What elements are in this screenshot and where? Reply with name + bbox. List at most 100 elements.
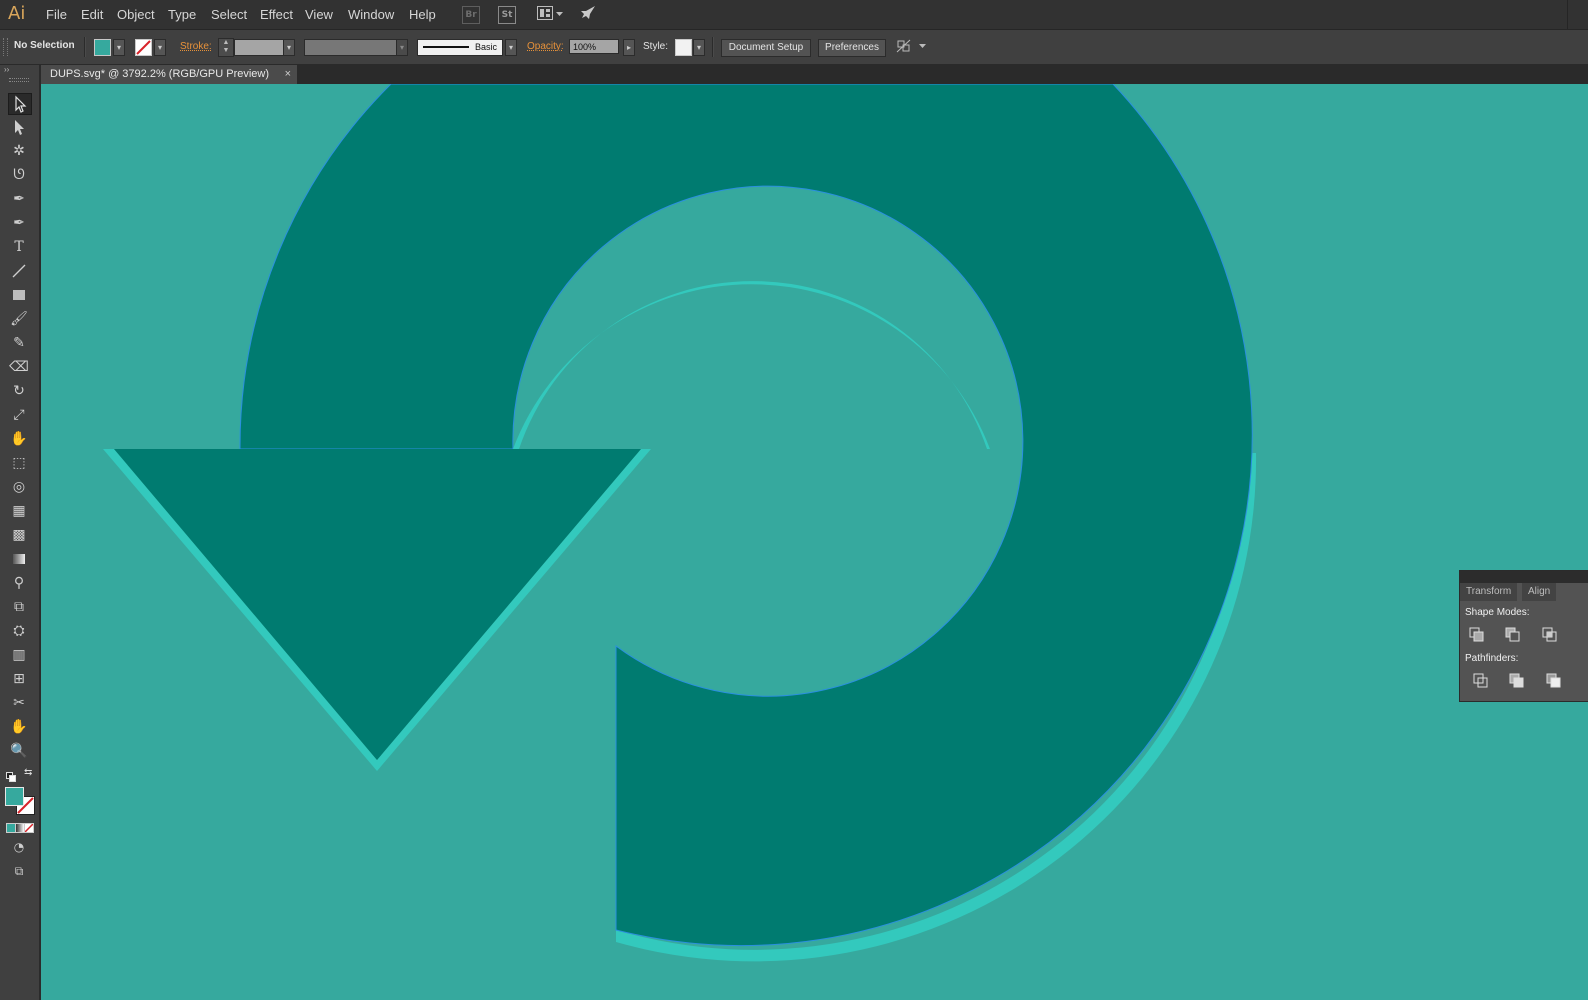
lasso-tool-icon[interactable]: ᘎ — [8, 165, 30, 185]
menu-window[interactable]: Window — [348, 7, 394, 22]
menu-effect[interactable]: Effect — [260, 7, 293, 22]
arrange-documents-icon[interactable] — [896, 38, 930, 56]
zoom-tool-icon[interactable]: 🔍 — [8, 741, 30, 761]
intersect-icon[interactable] — [1542, 627, 1558, 643]
document-tab-bar: DUPS.svg* @ 3792.2% (RGB/GPU Preview) × — [41, 65, 1588, 84]
menu-edit[interactable]: Edit — [81, 7, 103, 22]
variable-width-profile[interactable] — [304, 39, 398, 56]
slice-tool-icon[interactable]: ✂ — [8, 693, 30, 713]
unite-icon[interactable] — [1469, 627, 1485, 643]
stroke-line-preview — [423, 46, 469, 48]
trim-icon[interactable] — [1509, 673, 1525, 689]
opacity-field[interactable]: 100% — [569, 39, 619, 54]
eyedropper-tool-icon[interactable]: ⚲ — [8, 573, 30, 593]
stroke-weight-dropdown[interactable]: ▾ — [283, 39, 295, 56]
fill-color-box[interactable] — [5, 787, 24, 806]
document-tab[interactable]: DUPS.svg* @ 3792.2% (RGB/GPU Preview) × — [41, 65, 297, 84]
brush-definition[interactable]: Basic — [417, 39, 503, 56]
document-tab-title: DUPS.svg* @ 3792.2% (RGB/GPU Preview) — [50, 68, 270, 80]
curvature-tool-icon[interactable]: ✒ — [8, 213, 30, 233]
type-tool-icon[interactable]: T — [8, 237, 30, 257]
minus-front-icon[interactable] — [1505, 627, 1521, 643]
separator — [712, 37, 714, 57]
control-bar-grip[interactable] — [3, 38, 8, 56]
workspace-switcher-icon[interactable] — [537, 6, 565, 22]
preferences-button[interactable]: Preferences — [818, 39, 886, 57]
tools-panel: ›› ✲ ᘎ ✒ ✒ T 🖌 ✎ ⌫ ↻ ⤢ ✋ ⬚ ◎ ▦ ▩ ⚲ ⧉ ⛭ ▥… — [0, 65, 41, 1000]
paintbrush-tool-icon[interactable]: 🖌 — [8, 309, 30, 329]
pencil-tool-icon[interactable]: ✎ — [8, 333, 30, 353]
column-graph-tool-icon[interactable]: ▥ — [8, 645, 30, 665]
style-label: Style: — [643, 41, 669, 52]
menu-select[interactable]: Select — [211, 7, 247, 22]
stroke-weight-stepper[interactable]: ▲ ▼ — [218, 38, 234, 57]
magic-wand-tool-icon[interactable]: ✲ — [8, 141, 30, 161]
gpu-performance-icon[interactable] — [579, 5, 597, 23]
screen-mode-icon[interactable]: ⧉ — [8, 861, 30, 881]
menu-file[interactable]: File — [46, 7, 67, 22]
tab-transform[interactable]: Transform — [1460, 583, 1518, 601]
stroke-none-swatch[interactable] — [135, 39, 152, 56]
variable-width-dropdown[interactable]: ▾ — [396, 39, 408, 56]
inner-ring-highlight — [513, 281, 990, 449]
stock-icon[interactable]: St — [498, 6, 516, 24]
graphic-style-swatch[interactable] — [675, 39, 692, 56]
divide-icon[interactable] — [1473, 673, 1489, 689]
artboard-canvas[interactable] — [41, 84, 1588, 1000]
panel-title-bar[interactable] — [1460, 571, 1588, 583]
fill-swatch[interactable] — [94, 39, 111, 56]
brush-dropdown[interactable]: ▾ — [505, 39, 517, 56]
free-transform-tool-icon[interactable]: ⬚ — [8, 453, 30, 473]
separator — [84, 37, 86, 57]
symbol-sprayer-tool-icon[interactable]: ⛭ — [8, 621, 30, 641]
close-tab-icon[interactable]: × — [285, 65, 291, 84]
hand-tool-icon[interactable]: ✋ — [8, 717, 30, 737]
pathfinders-label: Pathfinders: — [1465, 653, 1519, 664]
warp-tool-icon[interactable]: ✋ — [8, 429, 30, 449]
merge-icon[interactable] — [1546, 673, 1562, 689]
opacity-dropdown[interactable]: ▸ — [623, 39, 635, 56]
menu-object[interactable]: Object — [117, 7, 155, 22]
opacity-label[interactable]: Opacity: — [527, 41, 564, 52]
swap-colors-icon[interactable]: ⇆ — [24, 767, 32, 778]
selection-status: No Selection — [14, 40, 75, 51]
bridge-icon[interactable]: Br — [462, 6, 480, 24]
pathfinder-panel: Transform Align Shape Modes: Pathfinders… — [1459, 570, 1588, 702]
fill-dropdown[interactable]: ▾ — [113, 39, 125, 56]
menu-view[interactable]: View — [305, 7, 333, 22]
refresh-arrowhead — [114, 449, 641, 760]
tab-align[interactable]: Align — [1522, 583, 1557, 601]
drawing-mode-icon[interactable]: ◔ — [8, 837, 30, 857]
stroke-label[interactable]: Stroke: — [180, 41, 212, 52]
brush-style-label: Basic — [475, 42, 498, 52]
artwork — [103, 84, 1257, 962]
eraser-tool-icon[interactable]: ⌫ — [8, 357, 30, 377]
pen-tool-icon[interactable]: ✒ — [8, 189, 30, 209]
menu-type[interactable]: Type — [168, 7, 196, 22]
shape-builder-tool-icon[interactable]: ◎ — [8, 477, 30, 497]
menu-bar: Ai File Edit Object Type Select Effect V… — [0, 0, 1588, 30]
menu-help[interactable]: Help — [409, 7, 436, 22]
perspective-grid-tool-icon[interactable]: ▦ — [8, 501, 30, 521]
rectangle-tool-icon[interactable] — [8, 285, 30, 305]
default-colors-icon[interactable] — [6, 769, 16, 782]
rotate-tool-icon[interactable]: ↻ — [8, 381, 30, 401]
window-edge — [1567, 0, 1588, 29]
mesh-tool-icon[interactable]: ▩ — [8, 525, 30, 545]
graphic-style-dropdown[interactable]: ▾ — [693, 39, 705, 56]
artboard-tool-icon[interactable]: ⊞ — [8, 669, 30, 689]
blend-tool-icon[interactable]: ⧉ — [8, 597, 30, 617]
line-tool-icon[interactable] — [8, 261, 30, 281]
scale-tool-icon[interactable]: ⤢ — [8, 405, 30, 425]
stroke-weight-field[interactable] — [234, 39, 284, 56]
shape-modes-label: Shape Modes: — [1465, 607, 1530, 618]
selection-tool-icon[interactable] — [8, 93, 32, 115]
toolbar-grip[interactable] — [9, 78, 29, 82]
direct-selection-tool-icon[interactable] — [8, 117, 30, 137]
control-bar: No Selection ▾ ▾ Stroke: ▲ ▼ ▾ ▾ Basic ▾ … — [0, 30, 1588, 65]
none-mode-icon[interactable] — [24, 823, 34, 833]
toolbar-collapse-icon[interactable]: ›› — [4, 65, 9, 74]
gradient-tool-icon[interactable] — [8, 549, 30, 569]
stroke-dropdown[interactable]: ▾ — [154, 39, 166, 56]
document-setup-button[interactable]: Document Setup — [721, 39, 811, 57]
